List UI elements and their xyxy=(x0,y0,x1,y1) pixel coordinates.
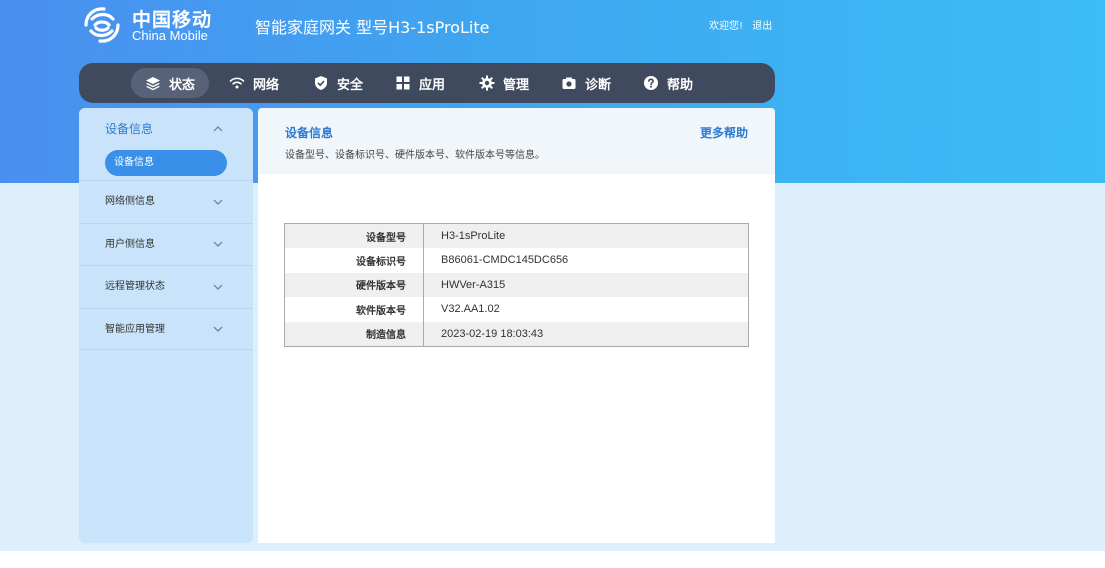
row-key: 软件版本号 xyxy=(284,297,424,322)
grid-icon xyxy=(396,76,410,90)
chevron-up-icon xyxy=(213,126,223,132)
row-value: HWVer-A315 xyxy=(441,278,506,291)
nav-tab-help[interactable]: 帮助 xyxy=(629,68,707,98)
camera-icon xyxy=(562,77,576,89)
sidebar-subitem-device-info[interactable]: 设备信息 xyxy=(105,150,227,176)
shield-icon xyxy=(315,76,327,90)
row-key: 硬件版本号 xyxy=(284,272,424,297)
nav-tab-diagnose[interactable]: 诊断 xyxy=(547,68,625,98)
chevron-down-icon xyxy=(213,199,223,205)
page-title: 设备信息 xyxy=(285,126,334,140)
row-value: V32.AA1.02 xyxy=(441,303,500,316)
nav-tab-label: 安全 xyxy=(337,77,364,93)
nav-tab-label: 状态 xyxy=(169,77,196,93)
chevron-down-icon xyxy=(213,284,223,290)
device-info-table: 设备型号 H3-1sProLite 设备标识号 B86061-CMDC145DC… xyxy=(284,223,749,347)
table-row: 设备标识号 B86061-CMDC145DC656 xyxy=(284,248,749,273)
row-value: H3-1sProLite xyxy=(441,230,506,242)
sidebar-item-label: 网络侧信息 xyxy=(105,196,155,207)
wifi-icon xyxy=(229,77,245,89)
sidebar-item-user-side[interactable]: 用户侧信息 xyxy=(79,222,253,266)
table-row: 设备型号 H3-1sProLite xyxy=(284,223,749,248)
table-row: 软件版本号 V32.AA1.02 xyxy=(284,297,749,322)
china-mobile-logo-icon xyxy=(84,7,120,43)
sidebar-item-remote-mgmt[interactable]: 远程管理状态 xyxy=(79,265,253,308)
sidebar-item-label: 智能应用管理 xyxy=(105,323,165,335)
user-links: 欢迎您! 退出 xyxy=(709,17,778,32)
row-value: B86061-CMDC145DC656 xyxy=(441,254,569,267)
nav-tab-security[interactable]: 安全 xyxy=(299,68,377,98)
chevron-down-icon xyxy=(213,241,223,248)
sidebar-item-label: 用户侧信息 xyxy=(105,238,155,250)
page-bottom-strip xyxy=(0,551,1105,568)
nav-tab-label: 帮助 xyxy=(667,77,694,93)
nav-tab-label: 网络 xyxy=(253,77,280,93)
page-description: 设备型号、设备标识号、硬件版本号、软件版本号等信息。 xyxy=(285,150,545,161)
product-title: 智能家庭网关 型号H3-1sProLite xyxy=(255,18,490,37)
row-key: 设备标识号 xyxy=(284,248,424,273)
nav-tab-status[interactable]: 状态 xyxy=(131,68,210,98)
content-panel: 设备信息 设备型号、设备标识号、硬件版本号、软件版本号等信息。 更多帮助 设备型… xyxy=(258,108,775,543)
sidebar-item-label: 远程管理状态 xyxy=(105,281,165,292)
nav-tab-apps[interactable]: 应用 xyxy=(381,68,459,98)
logo-text-en: China Mobile xyxy=(132,28,208,43)
sidebar: 设备信息 设备信息 网络侧信息 用户侧信息 远程管理状态 智能应用管理 xyxy=(79,108,253,543)
logout-link[interactable]: 退出 xyxy=(752,21,772,32)
layers-icon xyxy=(146,77,160,91)
nav-tab-label: 管理 xyxy=(503,77,530,93)
table-row: 制造信息 2023-02-19 18:03:43 xyxy=(284,321,749,346)
nav-tab-label: 应用 xyxy=(419,77,446,93)
nav-tab-label: 诊断 xyxy=(585,77,612,93)
row-value: 2023-02-19 18:03:43 xyxy=(441,327,544,340)
nav-tab-network[interactable]: 网络 xyxy=(215,68,293,98)
more-help-link[interactable]: 更多帮助 xyxy=(700,124,748,141)
welcome-text: 欢迎您! xyxy=(709,21,744,32)
sidebar-item-network-side[interactable]: 网络侧信息 xyxy=(79,180,253,223)
content-header: 设备信息 设备型号、设备标识号、硬件版本号、软件版本号等信息。 更多帮助 xyxy=(258,108,775,174)
sidebar-group-device-info[interactable]: 设备信息 xyxy=(79,108,253,150)
question-icon xyxy=(644,76,658,90)
main-nav: 状态 网络 安全 应用 管理 诊断 帮助 xyxy=(79,63,775,103)
chevron-down-icon xyxy=(213,326,223,332)
nav-tab-manage[interactable]: 管理 xyxy=(465,68,543,98)
table-row: 硬件版本号 HWVer-A315 xyxy=(284,272,749,297)
row-key: 设备型号 xyxy=(284,223,424,248)
sidebar-item-smart-app[interactable]: 智能应用管理 xyxy=(79,307,253,350)
row-key: 制造信息 xyxy=(284,321,424,346)
sidebar-group-label: 设备信息 xyxy=(105,122,154,136)
china-mobile-logo: 中国移动 China Mobile xyxy=(80,3,220,47)
gear-icon xyxy=(479,75,495,91)
